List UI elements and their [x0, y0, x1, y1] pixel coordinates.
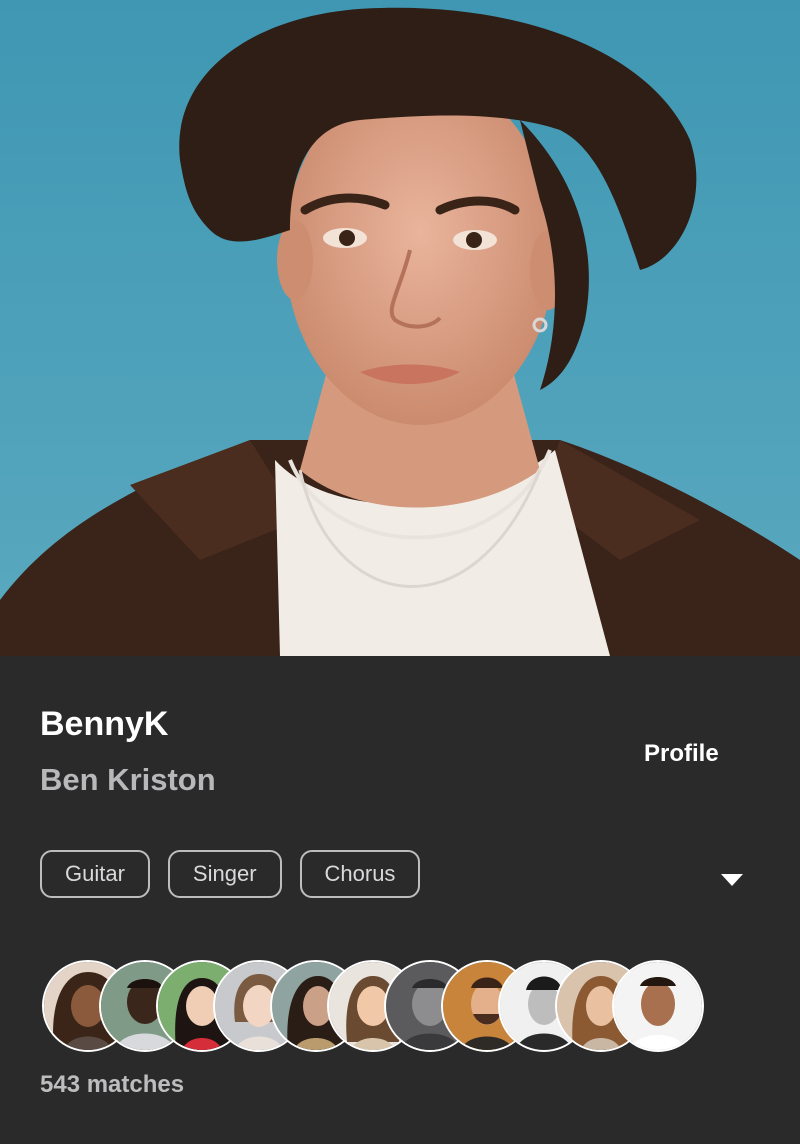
profile-info-panel: BennyK Ben Kriston Profile Guitar Singer… — [0, 656, 800, 1144]
profile-photo — [0, 0, 800, 656]
tag-guitar[interactable]: Guitar — [40, 850, 150, 898]
caret-down-icon[interactable] — [720, 872, 744, 888]
username: BennyK — [40, 705, 169, 743]
avatar[interactable] — [612, 960, 704, 1052]
full-name: Ben Kriston — [40, 762, 216, 797]
profile-link[interactable]: Profile — [644, 740, 719, 768]
tag-list: Guitar Singer Chorus — [40, 850, 421, 898]
matches-count: 543 matches — [40, 1071, 185, 1098]
profile-card: BennyK Ben Kriston Profile Guitar Singer… — [0, 0, 800, 1144]
tag-singer[interactable]: Singer — [167, 850, 282, 898]
tag-chorus[interactable]: Chorus — [299, 850, 421, 898]
